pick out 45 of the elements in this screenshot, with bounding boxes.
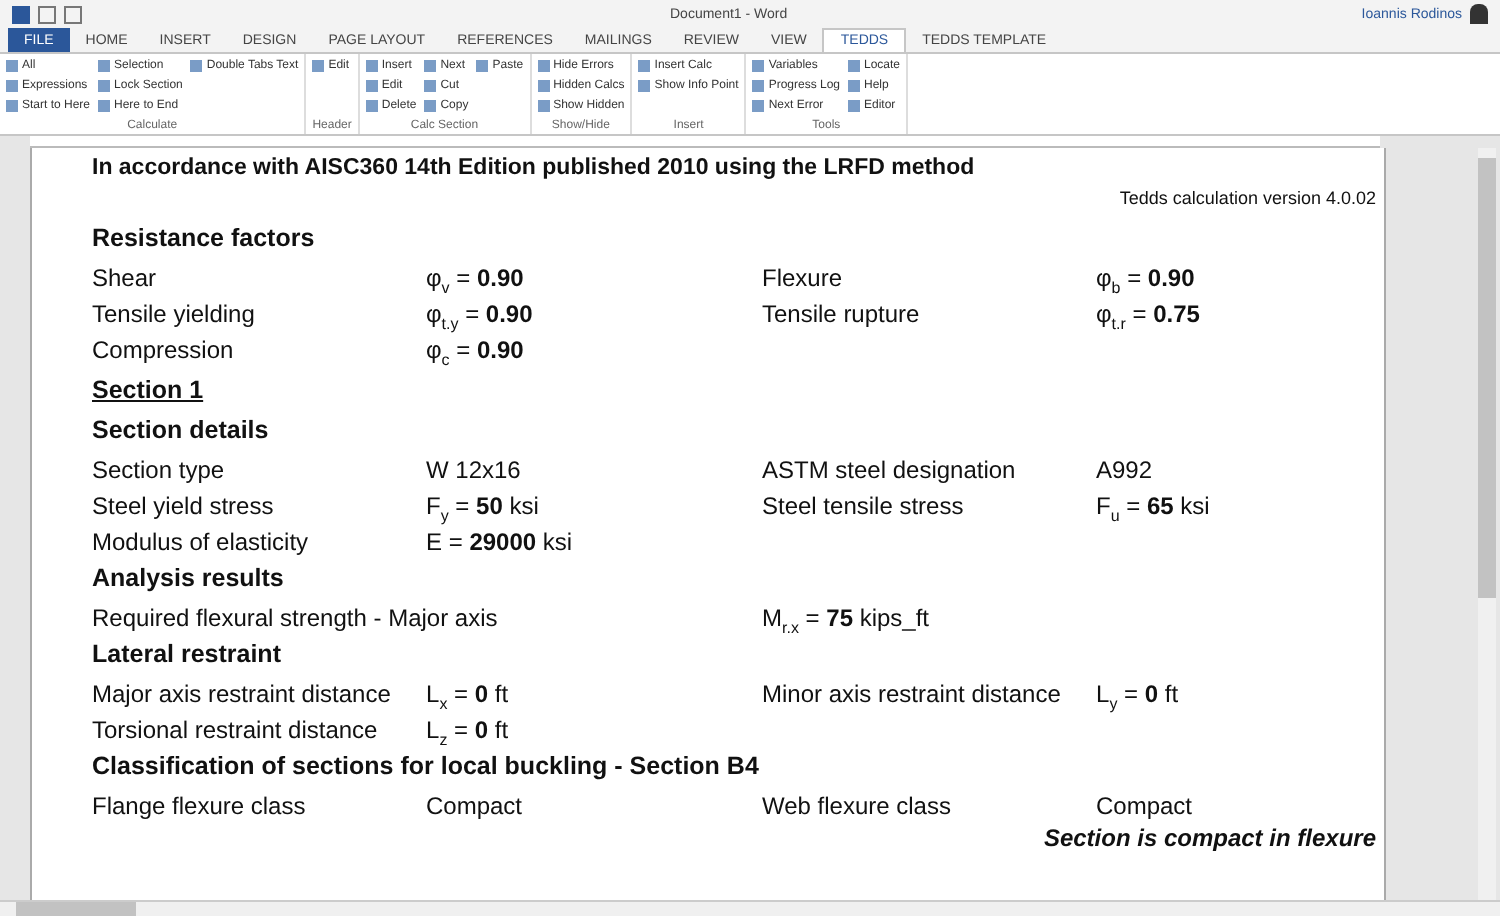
- field-label: Shear: [92, 264, 157, 292]
- field-label: Torsional restraint distance: [92, 716, 378, 744]
- field-label: Tensile yielding: [92, 300, 255, 328]
- conclusion-text: Section is compact in flexure: [1041, 824, 1378, 856]
- field-value: φ$_{b}$ = 0.90: [1096, 264, 1195, 292]
- field-label: Modulus of elasticity: [92, 528, 309, 556]
- section-heading: Classification of sections for local buckling - Section B4: [92, 752, 761, 784]
- field-value: F$_{u}$ = 65 ksi: [1096, 492, 1210, 520]
- field-value: L$_{x}$ = 0 ft: [426, 680, 509, 708]
- field-value: φ$_{t.y}$ = 0.90: [426, 300, 533, 328]
- field-label: Steel tensile stress: [762, 492, 964, 520]
- field-value: L$_{y}$ = 0 ft: [1096, 680, 1179, 708]
- field-value: L$_{z}$ = 0 ft: [426, 716, 509, 744]
- field-label: Tensile rupture: [762, 300, 920, 328]
- field-value: Compact: [426, 792, 523, 820]
- field-label: M$_{r.x}$ = 75 kips_ft: [762, 604, 930, 632]
- field-value: φ$_{t.r}$ = 0.75: [1096, 300, 1200, 328]
- field-label: Flexure: [762, 264, 843, 292]
- field-value: F$_{y}$ = 50 ksi: [426, 492, 539, 520]
- field-value: A992: [1096, 456, 1153, 484]
- section-heading: Lateral restraint: [92, 640, 283, 672]
- field-label: Web flexure class: [762, 792, 951, 820]
- field-label: Steel yield stress: [92, 492, 274, 520]
- section-heading: Resistance factors: [92, 224, 317, 256]
- field-label: Section type: [92, 456, 225, 484]
- section-heading: Analysis results: [92, 564, 286, 596]
- section-heading: Section details: [92, 416, 271, 448]
- word-icon[interactable]: [12, 5, 30, 23]
- version-note: Tedds calculation version 4.0.02: [1117, 188, 1378, 212]
- field-label: Major axis restraint distance: [92, 680, 391, 708]
- field-label: ASTM steel designation: [762, 456, 1016, 484]
- field-label: Compression: [92, 336, 234, 364]
- field-value: φ$_{c}$ = 0.90: [426, 336, 524, 364]
- field-value: W 12x16: [426, 456, 521, 484]
- field-label: Minor axis restraint distance: [762, 680, 1061, 708]
- field-label: Required flexural strength - Major axis: [92, 604, 498, 632]
- field-value: E = 29000 ksi: [426, 528, 573, 556]
- horizontal-scrollbar[interactable]: [0, 900, 1500, 916]
- vertical-scrollbar[interactable]: [1478, 148, 1496, 900]
- field-value: φ$_{v}$ = 0.90: [426, 264, 524, 292]
- field-label: Flange flexure class: [92, 792, 306, 820]
- field-value: Compact: [1096, 792, 1193, 820]
- avatar-icon[interactable]: [1470, 4, 1488, 24]
- document-title: In accordance with AISC360 14th Edition published 2010 using the LRFD method: [92, 156, 977, 184]
- section-title: Section 1: [92, 376, 206, 408]
